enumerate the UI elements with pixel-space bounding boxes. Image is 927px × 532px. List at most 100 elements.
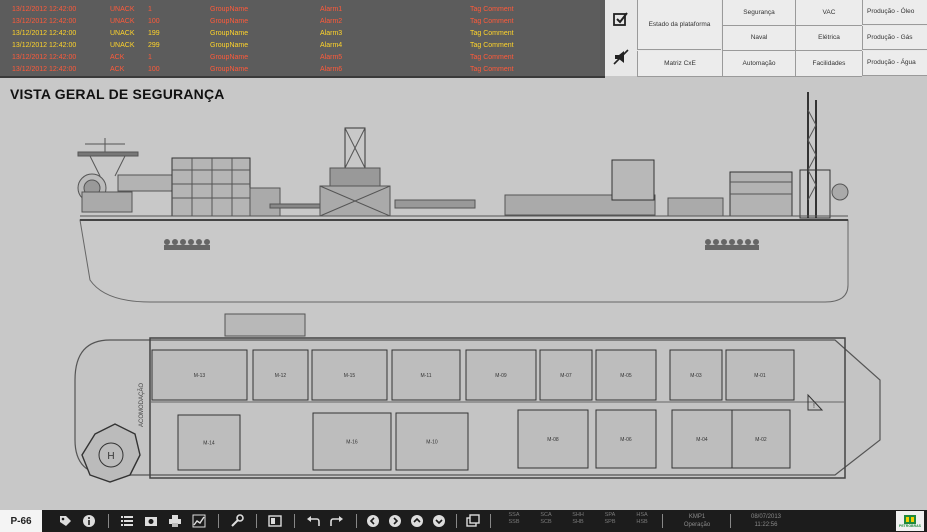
module-m-02[interactable]: M-02 — [731, 409, 791, 469]
alarm-datetime: 13/12/2012 12:42:00 — [12, 30, 77, 37]
ship-plan-view: H ACOMODAÇÃO ! M-13 M-12 M-15 M-11 M-09 M-07 M… — [74, 313, 881, 483]
alarm-group: GroupName — [210, 30, 249, 37]
nav-producao-agua[interactable]: Produção - Água — [862, 51, 927, 76]
faceplate-button[interactable] — [266, 510, 284, 532]
module-m-08[interactable]: M-08 — [517, 409, 589, 469]
alarm-row[interactable]: 13/12/2012 12:42:00 UNACK 199 GroupName Alar… — [0, 28, 605, 40]
status-indicator: HSA HSB — [628, 512, 656, 526]
module-m-09[interactable]: M-09 — [465, 349, 537, 401]
windows-button[interactable] — [464, 510, 482, 532]
module-m-15[interactable]: M-15 — [311, 349, 388, 401]
module-m-10[interactable]: M-10 — [395, 412, 469, 471]
module-m-11[interactable]: M-11 — [391, 349, 461, 401]
user-mode: Operação — [683, 522, 711, 528]
chevron-left-circle-icon — [367, 515, 379, 527]
silence-horn-button[interactable] — [605, 38, 637, 76]
alarm-datetime: 13/12/2012 12:42:00 — [12, 54, 77, 61]
scroll-down-button[interactable] — [430, 510, 448, 532]
alarm-comment: Tag Comment — [470, 66, 514, 73]
alarm-row[interactable]: 13/12/2012 12:42:00 UNACK 100 GroupName Alar… — [0, 16, 605, 28]
chevron-right-circle-icon — [389, 515, 401, 527]
alarm-state: UNACK — [110, 30, 135, 37]
previous-screen-button[interactable] — [364, 510, 382, 532]
nav-automacao[interactable]: Automação — [722, 51, 795, 77]
nav-matriz-cxe[interactable]: Matriz CxE — [637, 51, 722, 77]
nav-label: Produção - Óleo — [867, 8, 915, 15]
nav-eletrica[interactable]: Elétrica — [795, 26, 862, 51]
tag-icon — [60, 516, 71, 526]
nav-seguranca[interactable]: Segurança — [722, 0, 795, 26]
redo-arrow-icon — [330, 516, 343, 526]
user-info: KMP1 Operação — [670, 513, 724, 529]
toolbar-separator — [662, 514, 663, 528]
module-m-13[interactable]: M-13 — [151, 349, 248, 401]
module-m-07[interactable]: M-07 — [539, 349, 593, 401]
acknowledge-button[interactable] — [605, 0, 637, 38]
module-m-12[interactable]: M-12 — [252, 349, 309, 401]
horn-mute-icon — [613, 49, 629, 65]
alarm-comment: Tag Comment — [470, 42, 514, 49]
alarm-group: GroupName — [210, 54, 249, 61]
next-screen-button[interactable] — [386, 510, 404, 532]
alarm-value: 299 — [148, 42, 160, 49]
nav-producao-gas[interactable]: Produção - Gás — [862, 26, 927, 50]
alarm-value: 100 — [148, 18, 160, 25]
redo-button[interactable] — [328, 510, 346, 532]
alarm-state: UNACK — [110, 6, 135, 13]
current-date: 08/07/2013 — [750, 514, 782, 520]
alarm-name: Alarm1 — [320, 6, 343, 13]
alarm-name: Alarm2 — [320, 18, 343, 25]
toolbar-separator — [490, 514, 491, 528]
print-button[interactable] — [166, 510, 184, 532]
nav-estado-plataforma[interactable]: Estado da plataforma — [637, 0, 721, 50]
tools-button[interactable] — [228, 510, 246, 532]
alarm-comment: Tag Comment — [470, 18, 514, 25]
nav-vac[interactable]: VAC — [795, 0, 862, 26]
info-icon — [83, 515, 95, 527]
module-m-06[interactable]: M-06 — [595, 409, 657, 469]
alarm-name: Alarm5 — [320, 54, 343, 61]
status-code-top: SCA — [540, 512, 552, 518]
camera-button[interactable] — [142, 510, 160, 532]
nav-naval[interactable]: Naval — [722, 26, 795, 51]
alarm-comment: Tag Comment — [470, 6, 514, 13]
module-m-01[interactable]: M-01 — [725, 349, 795, 401]
alarm-datetime: 13/12/2012 12:42:00 — [12, 42, 77, 49]
status-code-bottom: SCB — [540, 519, 552, 525]
nav-label: Produção - Água — [867, 59, 916, 66]
alarm-row[interactable]: 13/12/2012 12:42:00 ACK 100 GroupName Alarm6… — [0, 64, 605, 76]
alarm-state: ACK — [110, 54, 125, 61]
alarm-state: ACK — [110, 66, 125, 73]
info-button[interactable] — [80, 510, 98, 532]
alarm-summary-panel[interactable]: 13/12/2012 12:42:00 UNACK 1 GroupName Alarm1… — [0, 0, 605, 78]
nav-facilidades[interactable]: Facilidades — [795, 51, 862, 77]
alarm-comment: Tag Comment — [470, 30, 514, 37]
module-label: M-09 — [495, 373, 507, 379]
trend-button[interactable] — [190, 510, 208, 532]
undo-button[interactable] — [304, 510, 322, 532]
alarm-name: Alarm3 — [320, 30, 343, 37]
list-button[interactable] — [118, 510, 136, 532]
brand-text: PETROBRAS — [899, 523, 921, 528]
module-m-16[interactable]: M-16 — [312, 412, 392, 471]
tag-button[interactable] — [56, 510, 74, 532]
status-indicator: SCA SCB — [532, 512, 560, 526]
alarm-name: Alarm6 — [320, 66, 343, 73]
module-m-14[interactable]: M-14 — [177, 414, 241, 471]
ship-side-view — [77, 92, 849, 303]
module-label: M-06 — [620, 437, 632, 443]
wrench-icon — [231, 514, 244, 527]
toolbar-separator — [730, 514, 731, 528]
status-indicator: SHH SHB — [564, 512, 592, 526]
alarm-row[interactable]: 13/12/2012 12:42:00 UNACK 1 GroupName Alarm1… — [0, 4, 605, 16]
alarm-row[interactable]: 13/12/2012 12:42:00 UNACK 299 GroupName Alar… — [0, 40, 605, 52]
alarm-row[interactable]: 13/12/2012 12:42:00 ACK 1 GroupName Alarm5 Ta… — [0, 52, 605, 64]
platform-id-label: P-66 — [0, 510, 42, 532]
module-m-04[interactable]: M-04 — [671, 409, 733, 469]
scroll-up-button[interactable] — [408, 510, 426, 532]
nav-producao-oleo[interactable]: Produção - Óleo — [862, 0, 927, 25]
module-label: M-11 — [420, 373, 431, 379]
nav-label: VAC — [822, 8, 836, 16]
module-m-03[interactable]: M-03 — [669, 349, 723, 401]
module-m-05[interactable]: M-05 — [595, 349, 657, 401]
